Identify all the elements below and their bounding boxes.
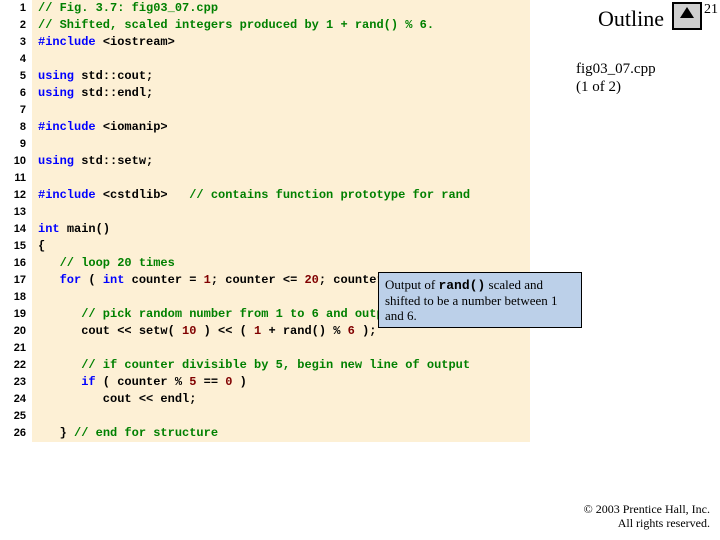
code-text: using std::cout; xyxy=(32,68,153,85)
line-number: 22 xyxy=(0,357,32,374)
line-number: 14 xyxy=(0,221,32,238)
line-number: 8 xyxy=(0,119,32,136)
code-text xyxy=(32,289,38,306)
line-number: 17 xyxy=(0,272,32,289)
line-number: 1 xyxy=(0,0,32,17)
file-part: (1 of 2) xyxy=(576,78,656,96)
code-listing: 1// Fig. 3.7: fig03_07.cpp 2// Shifted, … xyxy=(0,0,530,442)
slide: 21 Outline fig03_07.cpp (1 of 2) 1// Fig… xyxy=(0,0,720,540)
code-text: using std::setw; xyxy=(32,153,153,170)
line-number: 13 xyxy=(0,204,32,221)
code-text xyxy=(32,51,38,68)
code-text xyxy=(32,340,38,357)
code-text: for ( int counter = 1; counter <= 20; co… xyxy=(32,272,427,289)
line-number: 15 xyxy=(0,238,32,255)
line-number: 6 xyxy=(0,85,32,102)
line-number: 7 xyxy=(0,102,32,119)
code-text: // if counter divisible by 5, begin new … xyxy=(32,357,470,374)
line-number: 9 xyxy=(0,136,32,153)
line-number: 19 xyxy=(0,306,32,323)
code-text: // Shifted, scaled integers produced by … xyxy=(32,17,434,34)
line-number: 3 xyxy=(0,34,32,51)
line-number: 2 xyxy=(0,17,32,34)
line-number: 26 xyxy=(0,425,32,442)
copyright-line: All rights reserved. xyxy=(584,516,710,530)
line-number: 10 xyxy=(0,153,32,170)
callout-code: rand() xyxy=(438,278,485,293)
code-text: cout << setw( 10 ) << ( 1 + rand() % 6 )… xyxy=(32,323,376,340)
line-number: 12 xyxy=(0,187,32,204)
line-number: 11 xyxy=(0,170,32,187)
code-text: } // end for structure xyxy=(32,425,218,442)
code-text: if ( counter % 5 == 0 ) xyxy=(32,374,247,391)
code-text xyxy=(32,204,38,221)
code-text: #include <iomanip> xyxy=(32,119,168,136)
code-text xyxy=(32,102,38,119)
line-number: 4 xyxy=(0,51,32,68)
callout-box: Output of rand() scaled and shifted to b… xyxy=(378,272,582,328)
code-text xyxy=(32,408,38,425)
copyright-line: © 2003 Prentice Hall, Inc. xyxy=(584,502,710,516)
code-text xyxy=(32,136,38,153)
line-number: 24 xyxy=(0,391,32,408)
line-number: 5 xyxy=(0,68,32,85)
callout-text: Output of xyxy=(385,277,438,292)
line-number: 18 xyxy=(0,289,32,306)
code-text: int main() xyxy=(32,221,110,238)
file-label: fig03_07.cpp (1 of 2) xyxy=(576,60,656,96)
page-number: 21 xyxy=(704,2,718,18)
code-text: // loop 20 times xyxy=(32,255,175,272)
line-number: 21 xyxy=(0,340,32,357)
code-text: #include <iostream> xyxy=(32,34,175,51)
up-arrow-icon xyxy=(676,4,698,24)
code-text: // Fig. 3.7: fig03_07.cpp xyxy=(32,0,218,17)
copyright: © 2003 Prentice Hall, Inc. All rights re… xyxy=(584,502,710,530)
file-name: fig03_07.cpp xyxy=(576,60,656,78)
code-text xyxy=(32,170,38,187)
code-text: using std::endl; xyxy=(32,85,153,102)
code-text: cout << endl; xyxy=(32,391,196,408)
line-number: 25 xyxy=(0,408,32,425)
line-number: 20 xyxy=(0,323,32,340)
code-text: { xyxy=(32,238,45,255)
code-text: #include <cstdlib> // contains function … xyxy=(32,187,470,204)
outline-icon-box[interactable] xyxy=(672,2,702,30)
outline-label: Outline xyxy=(598,6,664,32)
line-number: 23 xyxy=(0,374,32,391)
line-number: 16 xyxy=(0,255,32,272)
code-text: // pick random number from 1 to 6 and ou… xyxy=(32,306,420,323)
